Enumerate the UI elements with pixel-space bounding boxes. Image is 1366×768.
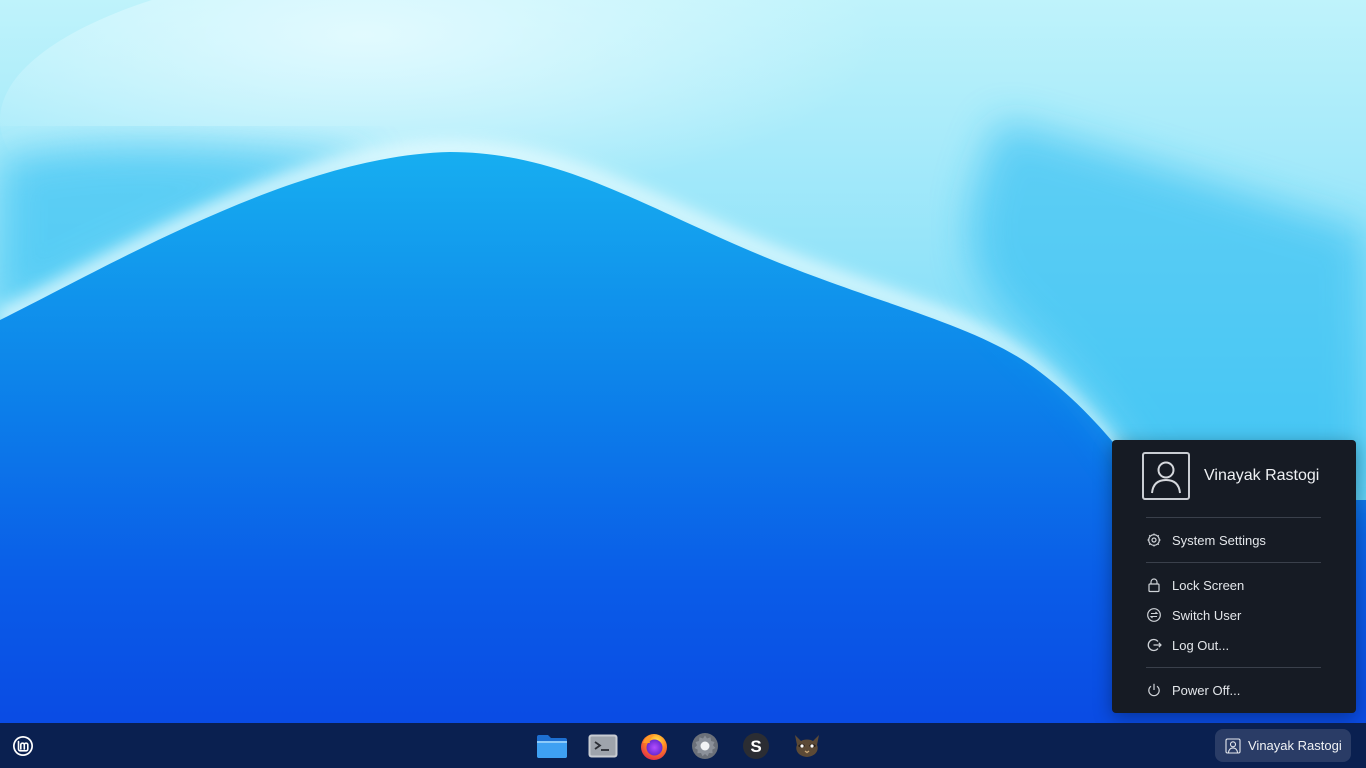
firefox-icon	[640, 734, 667, 760]
switch-user-icon	[1146, 607, 1162, 623]
log-out-label: Log Out...	[1172, 637, 1230, 653]
gear-icon	[1146, 532, 1162, 548]
switch-user-item[interactable]: Switch User	[1146, 601, 1336, 629]
user-applet-label: Vinayak Rastogi	[1248, 738, 1342, 753]
menu-separator	[1146, 562, 1321, 563]
user-icon	[1225, 737, 1241, 754]
lock-icon	[1146, 577, 1162, 593]
mint-logo-icon[interactable]	[11, 734, 35, 758]
system-settings-label: System Settings	[1172, 532, 1266, 548]
user-avatar-icon	[1142, 452, 1190, 500]
power-icon	[1146, 682, 1162, 698]
s-app-glyph: S	[750, 737, 761, 756]
gimp-launcher[interactable]	[781, 728, 832, 764]
firefox-launcher[interactable]	[628, 728, 679, 764]
folder-icon	[536, 735, 567, 758]
user-applet[interactable]: Vinayak Rastogi	[1215, 729, 1351, 762]
lock-screen-label: Lock Screen	[1172, 577, 1245, 593]
terminal-launcher[interactable]	[577, 728, 628, 764]
gimp-icon	[794, 735, 819, 757]
s-app-icon: S	[742, 733, 769, 759]
bottom-panel: S Vinayak Rastogi	[0, 723, 1366, 768]
settings-launcher[interactable]	[679, 728, 730, 764]
s-app-launcher[interactable]: S	[730, 728, 781, 764]
settings-icon	[691, 733, 718, 759]
terminal-icon	[588, 734, 617, 758]
power-off-label: Power Off...	[1172, 682, 1241, 698]
log-out-item[interactable]: Log Out...	[1146, 631, 1336, 659]
user-menu-popup: Vinayak Rastogi System Settings Lock Scr…	[1112, 440, 1356, 713]
taskbar-launchers: S	[526, 728, 832, 764]
system-settings-item[interactable]: System Settings	[1146, 526, 1336, 554]
switch-user-label: Switch User	[1172, 607, 1242, 623]
desktop: Vinayak Rastogi System Settings Lock Scr…	[0, 0, 1366, 768]
power-off-item[interactable]: Power Off...	[1146, 676, 1336, 704]
user-menu-username: Vinayak Rastogi	[1204, 467, 1320, 484]
menu-separator	[1146, 517, 1321, 518]
lock-screen-item[interactable]: Lock Screen	[1146, 571, 1336, 599]
user-menu-header: Vinayak Rastogi	[1142, 452, 1319, 500]
files-launcher[interactable]	[526, 728, 577, 764]
logout-icon	[1146, 637, 1162, 653]
menu-separator	[1146, 667, 1321, 668]
